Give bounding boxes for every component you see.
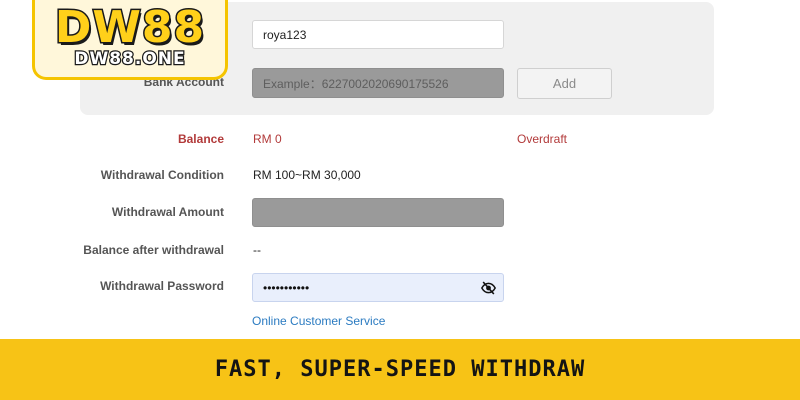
withdrawal-password-input[interactable]: ••••••••••• bbox=[252, 273, 504, 302]
overdraft-label: Overdraft bbox=[517, 132, 568, 146]
banner-text: FAST, SUPER-SPEED WITHDRAW bbox=[214, 357, 586, 382]
balance-value: RM 0 bbox=[253, 132, 282, 146]
password-value: ••••••••••• bbox=[263, 280, 310, 295]
brand-logo: DW88 DW88.ONE bbox=[32, 0, 228, 80]
bank-account-input[interactable]: Example：6227002020690175526 bbox=[252, 68, 504, 98]
bank-account-placeholder: Example：6227002020690175526 bbox=[263, 76, 449, 91]
promo-banner: FAST, SUPER-SPEED WITHDRAW bbox=[0, 339, 800, 400]
username-value: roya123 bbox=[263, 27, 307, 42]
withdrawal-amount-label: Withdrawal Amount bbox=[111, 205, 224, 219]
username-field[interactable]: roya123 bbox=[252, 20, 504, 49]
logo-sub-text: DW88.ONE bbox=[73, 48, 186, 71]
withdrawal-condition-label: Withdrawal Condition bbox=[100, 168, 224, 182]
logo-main-text: DW88 bbox=[53, 1, 206, 55]
withdrawal-amount-input[interactable] bbox=[252, 198, 504, 227]
online-customer-service-link[interactable]: Online Customer Service bbox=[252, 314, 385, 328]
add-bank-account-button[interactable]: Add bbox=[517, 68, 612, 99]
withdrawal-password-label: Withdrawal Password bbox=[100, 279, 224, 293]
balance-label: Balance bbox=[177, 132, 224, 146]
withdrawal-condition-value: RM 100~RM 30,000 bbox=[253, 168, 361, 182]
balance-after-withdrawal-label: Balance after withdrawal bbox=[83, 243, 224, 257]
balance-after-withdrawal-value: -- bbox=[253, 243, 261, 257]
eye-slash-icon[interactable] bbox=[480, 280, 497, 296]
